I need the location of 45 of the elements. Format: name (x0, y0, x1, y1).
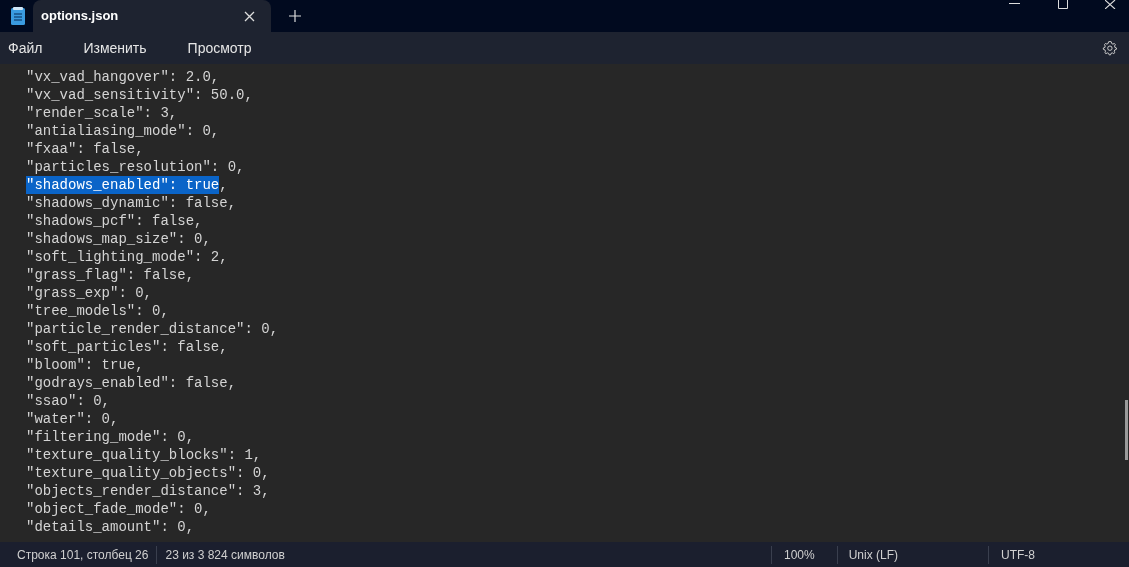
code-line: "antialiasing_mode": 0, (26, 122, 220, 140)
code-line: "particles_resolution": 0, (26, 158, 245, 176)
code-line: "render_scale": 3, (26, 104, 178, 122)
code-line: "water": 0, (26, 410, 119, 428)
code-line: , (219, 176, 228, 194)
notepad-icon (11, 7, 25, 25)
code-line: "filtering_mode": 0, (26, 428, 195, 446)
code-line: "ssao": 0, (26, 392, 110, 410)
close-icon[interactable] (244, 10, 255, 22)
maximize-icon[interactable] (1058, 0, 1068, 9)
menu-item[interactable]: Просмотр (179, 37, 260, 59)
code-line: "shadows_dynamic": false, (26, 194, 237, 212)
tab-title: options.json (41, 7, 119, 26)
code-line: "particle_render_distance": 0, (26, 320, 279, 338)
code-line: "object_fade_mode": 0, (26, 500, 211, 518)
minimize-icon[interactable] (1009, 3, 1020, 5)
code-line: "grass_exp": 0, (26, 284, 153, 302)
selection-count: 23 из 3 824 символов (165, 546, 285, 564)
new-tab-icon[interactable] (289, 10, 301, 22)
close-icon[interactable] (1105, 0, 1116, 9)
code-line: "texture_quality_objects": 0, (26, 464, 270, 482)
code-line: "godrays_enabled": false, (26, 374, 237, 392)
code-line: "tree_models": 0, (26, 302, 169, 320)
code-line: "texture_quality_blocks": 1, (26, 446, 262, 464)
zoom-level: 100% (783, 546, 815, 564)
code-line: "vx_vad_hangover": 2.0, (26, 68, 220, 86)
encoding: UTF-8 (1001, 546, 1035, 564)
code-line: "soft_particles": false, (26, 338, 228, 356)
code-line: "grass_flag": false, (26, 266, 195, 284)
cursor-position: Строка 101, столбец 26 (17, 546, 149, 564)
code-line: "bloom": true, (26, 356, 144, 374)
settings-icon[interactable] (1102, 40, 1118, 56)
file-tab[interactable]: options.json (33, 0, 271, 32)
code-line: "shadows_pcf": false, (26, 212, 203, 230)
code-line: "vx_vad_sensitivity": 50.0, (26, 86, 253, 104)
code-line: "shadows_map_size": 0, (26, 230, 211, 248)
code-line: "soft_lighting_mode": 2, (26, 248, 228, 266)
menu-item[interactable]: Файл (0, 37, 51, 59)
line-endings: Unix (LF) (848, 546, 898, 564)
code-line: "objects_render_distance": 3, (26, 482, 270, 500)
selected-text: "shadows_enabled": true (26, 176, 220, 194)
scrollbar-thumb[interactable] (1125, 400, 1128, 460)
menu-item[interactable]: Изменить (75, 37, 155, 59)
code-line: "fxaa": false, (26, 140, 144, 158)
code-line: "details_amount": 0, (26, 518, 195, 536)
